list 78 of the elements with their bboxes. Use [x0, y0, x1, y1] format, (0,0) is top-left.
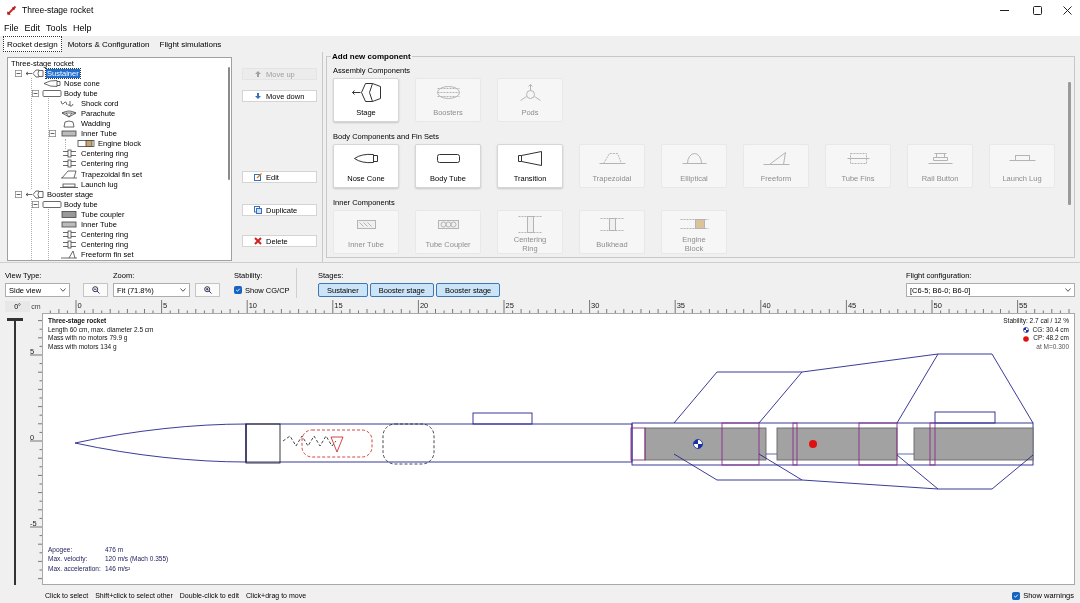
boosters-icon — [436, 85, 460, 99]
zoom-in-button[interactable] — [195, 283, 220, 297]
tab[interactable]: Rocket design — [3, 36, 62, 52]
shock-cord — [282, 435, 337, 447]
collapse-icon[interactable] — [49, 130, 56, 138]
zoom-in-icon — [203, 286, 212, 294]
centering-ring — [721, 422, 760, 466]
zoom-out-button[interactable] — [83, 283, 108, 297]
centering-ring — [929, 422, 936, 466]
chevron-down-icon — [1065, 288, 1071, 292]
tab[interactable]: Motors & Configuration — [63, 36, 154, 52]
cg-symbol-icon — [1022, 327, 1029, 334]
collapse-icon[interactable] — [32, 89, 39, 97]
wadding — [382, 423, 435, 465]
menu-item[interactable]: Edit — [24, 23, 41, 33]
transition-icon — [518, 150, 542, 166]
panel-title: Add new component — [331, 52, 412, 61]
collapse-icon[interactable] — [32, 200, 39, 208]
scrollbar[interactable] — [1068, 82, 1071, 205]
fin-icon — [59, 250, 79, 260]
zoom-out-icon — [91, 286, 100, 294]
launch-lug-icon — [1008, 155, 1036, 161]
edit-icon — [254, 173, 262, 181]
engine-block-icon — [679, 219, 709, 229]
rail-button-icon — [927, 152, 953, 164]
maximize-icon — [1033, 5, 1042, 15]
trapezoid-fin-icon — [598, 152, 626, 164]
centering-ring — [858, 422, 898, 466]
centering-ring — [630, 427, 646, 461]
collapse-icon[interactable] — [15, 69, 22, 77]
delete-icon — [254, 237, 262, 245]
parachute-icon — [59, 109, 79, 118]
tube-icon — [436, 153, 460, 163]
checkbox[interactable] — [234, 286, 242, 294]
pods-icon — [519, 83, 541, 101]
tube-fins-icon — [846, 152, 870, 164]
rocket-icon — [6, 4, 17, 16]
launch-lug — [934, 411, 996, 424]
inner-tube-icon — [59, 129, 79, 139]
window-title: Three-stage rocket — [22, 5, 95, 15]
elliptical-fin-icon — [681, 152, 707, 164]
centering-ring — [792, 422, 798, 466]
engine-block-icon — [76, 139, 96, 149]
cp-marker — [809, 440, 817, 448]
inner-tube-icon — [356, 219, 376, 229]
nose-cone-icon — [42, 78, 62, 88]
inner-tube-icon — [59, 220, 79, 230]
tube-icon — [42, 199, 62, 209]
stage-icon — [25, 189, 45, 199]
slider-thumb[interactable] — [7, 318, 23, 321]
coupler — [245, 423, 281, 464]
cg-marker — [693, 439, 703, 449]
menu-item[interactable]: Tools — [46, 23, 68, 33]
menu-item[interactable]: Help — [73, 23, 92, 33]
bulkhead-icon — [599, 217, 625, 231]
tube-icon — [42, 88, 62, 98]
chevron-down-icon — [60, 288, 66, 292]
tab[interactable]: Flight simulations — [155, 36, 226, 52]
coupler-icon — [59, 209, 79, 219]
arrow-up-icon — [254, 70, 262, 78]
copy-icon — [254, 206, 262, 214]
cp-dot-icon — [1023, 335, 1030, 342]
arrow-down-icon — [254, 92, 262, 100]
checkbox[interactable] — [1012, 591, 1021, 600]
ring-icon — [517, 215, 543, 233]
chevron-down-icon — [180, 288, 186, 292]
fin-icon — [59, 169, 79, 179]
scrollbar[interactable] — [228, 67, 230, 180]
launch-lug — [472, 412, 533, 425]
rocket-stage-icon — [351, 82, 381, 102]
nose-cone-icon — [354, 152, 378, 164]
stage-icon — [25, 68, 45, 78]
freeform-fin-icon — [762, 151, 790, 165]
menu-item[interactable]: File — [4, 23, 19, 33]
close-icon — [1062, 5, 1072, 15]
parachute — [301, 429, 373, 458]
coupler-icon — [437, 219, 459, 229]
collapse-icon[interactable] — [15, 190, 22, 198]
